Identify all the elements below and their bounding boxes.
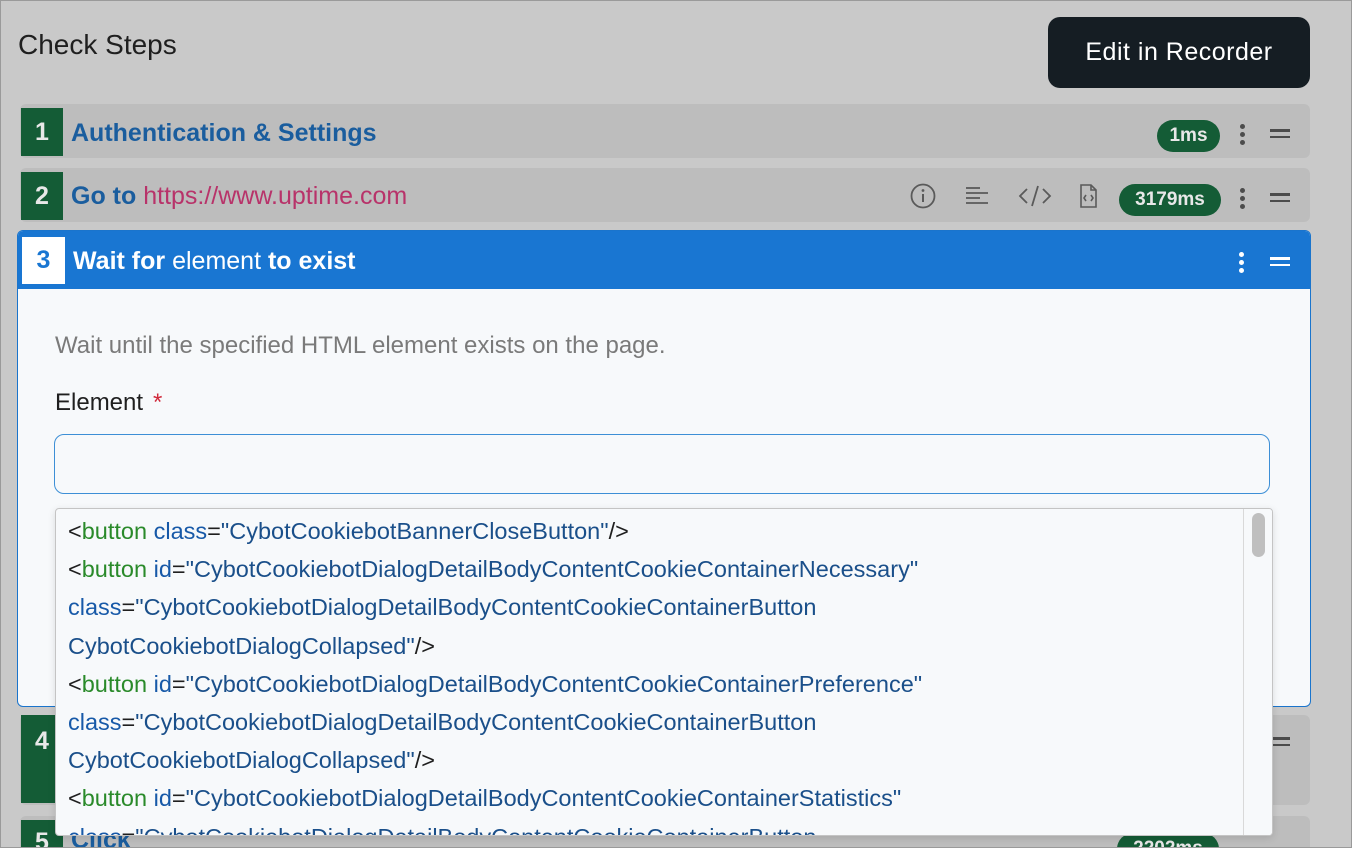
code-icon[interactable] bbox=[1018, 182, 1052, 210]
suggestion-list: <button class="CybotCookiebotBannerClose… bbox=[68, 512, 1238, 836]
kebab-menu-icon[interactable] bbox=[1239, 124, 1247, 146]
step-number: 1 bbox=[21, 108, 63, 156]
element-field-label: Element * bbox=[55, 389, 163, 416]
step-number: 3 bbox=[22, 237, 65, 284]
duration-badge: 1ms bbox=[1157, 120, 1220, 152]
step-title[interactable]: Go to https://www.uptime.com bbox=[71, 182, 407, 211]
step-title[interactable]: Authentication & Settings bbox=[71, 119, 377, 148]
suggestion-line[interactable]: <button id="CybotCookiebotDialogDetailBo… bbox=[68, 779, 1238, 817]
suggestion-line[interactable]: class="CybotCookiebotDialogDetailBodyCon… bbox=[68, 588, 1238, 626]
suggestion-line[interactable]: class="CybotCookiebotDialogDetailBodyCon… bbox=[68, 703, 1238, 741]
drag-handle-icon[interactable] bbox=[1270, 129, 1290, 139]
kebab-menu-icon[interactable] bbox=[1238, 252, 1246, 274]
step-row-2[interactable]: 2 Go to https://www.uptime.com 3179ms bbox=[20, 168, 1310, 222]
suggestion-line[interactable]: class="CybotCookiebotDialogDetailBodyCon… bbox=[68, 818, 1238, 836]
element-suggestions-dropdown[interactable]: <button class="CybotCookiebotBannerClose… bbox=[55, 508, 1273, 836]
suggestion-line[interactable]: <button id="CybotCookiebotDialogDetailBo… bbox=[68, 665, 1238, 703]
suggestion-line[interactable]: CybotCookiebotDialogCollapsed"/> bbox=[68, 741, 1238, 779]
step-action: Go to bbox=[71, 182, 137, 210]
page-title: Check Steps bbox=[18, 29, 177, 60]
step-header[interactable]: 3 Wait for element to exist bbox=[18, 231, 1310, 289]
scrollbar-thumb[interactable] bbox=[1252, 513, 1265, 557]
duration-badge: 3179ms bbox=[1119, 184, 1221, 216]
info-icon[interactable] bbox=[909, 182, 937, 210]
suggestion-line[interactable]: <button class="CybotCookiebotBannerClose… bbox=[68, 512, 1238, 550]
drag-handle-icon[interactable] bbox=[1270, 257, 1290, 267]
kebab-menu-icon[interactable] bbox=[1239, 188, 1247, 210]
suggestion-line[interactable]: CybotCookiebotDialogCollapsed"/> bbox=[68, 627, 1238, 665]
drag-handle-icon[interactable] bbox=[1270, 737, 1290, 747]
dropdown-scrollbar[interactable] bbox=[1243, 509, 1272, 835]
step-title: Wait for element to exist bbox=[73, 247, 356, 275]
edit-in-recorder-button[interactable]: Edit in Recorder bbox=[1048, 17, 1310, 88]
element-input[interactable] bbox=[54, 434, 1270, 494]
step-description: Wait until the specified HTML element ex… bbox=[55, 332, 666, 359]
lines-icon[interactable] bbox=[963, 182, 991, 210]
step-number: 2 bbox=[21, 172, 63, 220]
step-url: https://www.uptime.com bbox=[143, 182, 408, 210]
suggestion-line[interactable]: <button id="CybotCookiebotDialogDetailBo… bbox=[68, 550, 1238, 588]
check-steps-panel: Check Steps Edit in Recorder 1 Authentic… bbox=[0, 0, 1352, 848]
file-code-icon[interactable] bbox=[1074, 182, 1102, 210]
step-row-1[interactable]: 1 Authentication & Settings 1ms bbox=[20, 104, 1310, 158]
required-marker: * bbox=[153, 389, 163, 416]
drag-handle-icon[interactable] bbox=[1270, 193, 1290, 203]
